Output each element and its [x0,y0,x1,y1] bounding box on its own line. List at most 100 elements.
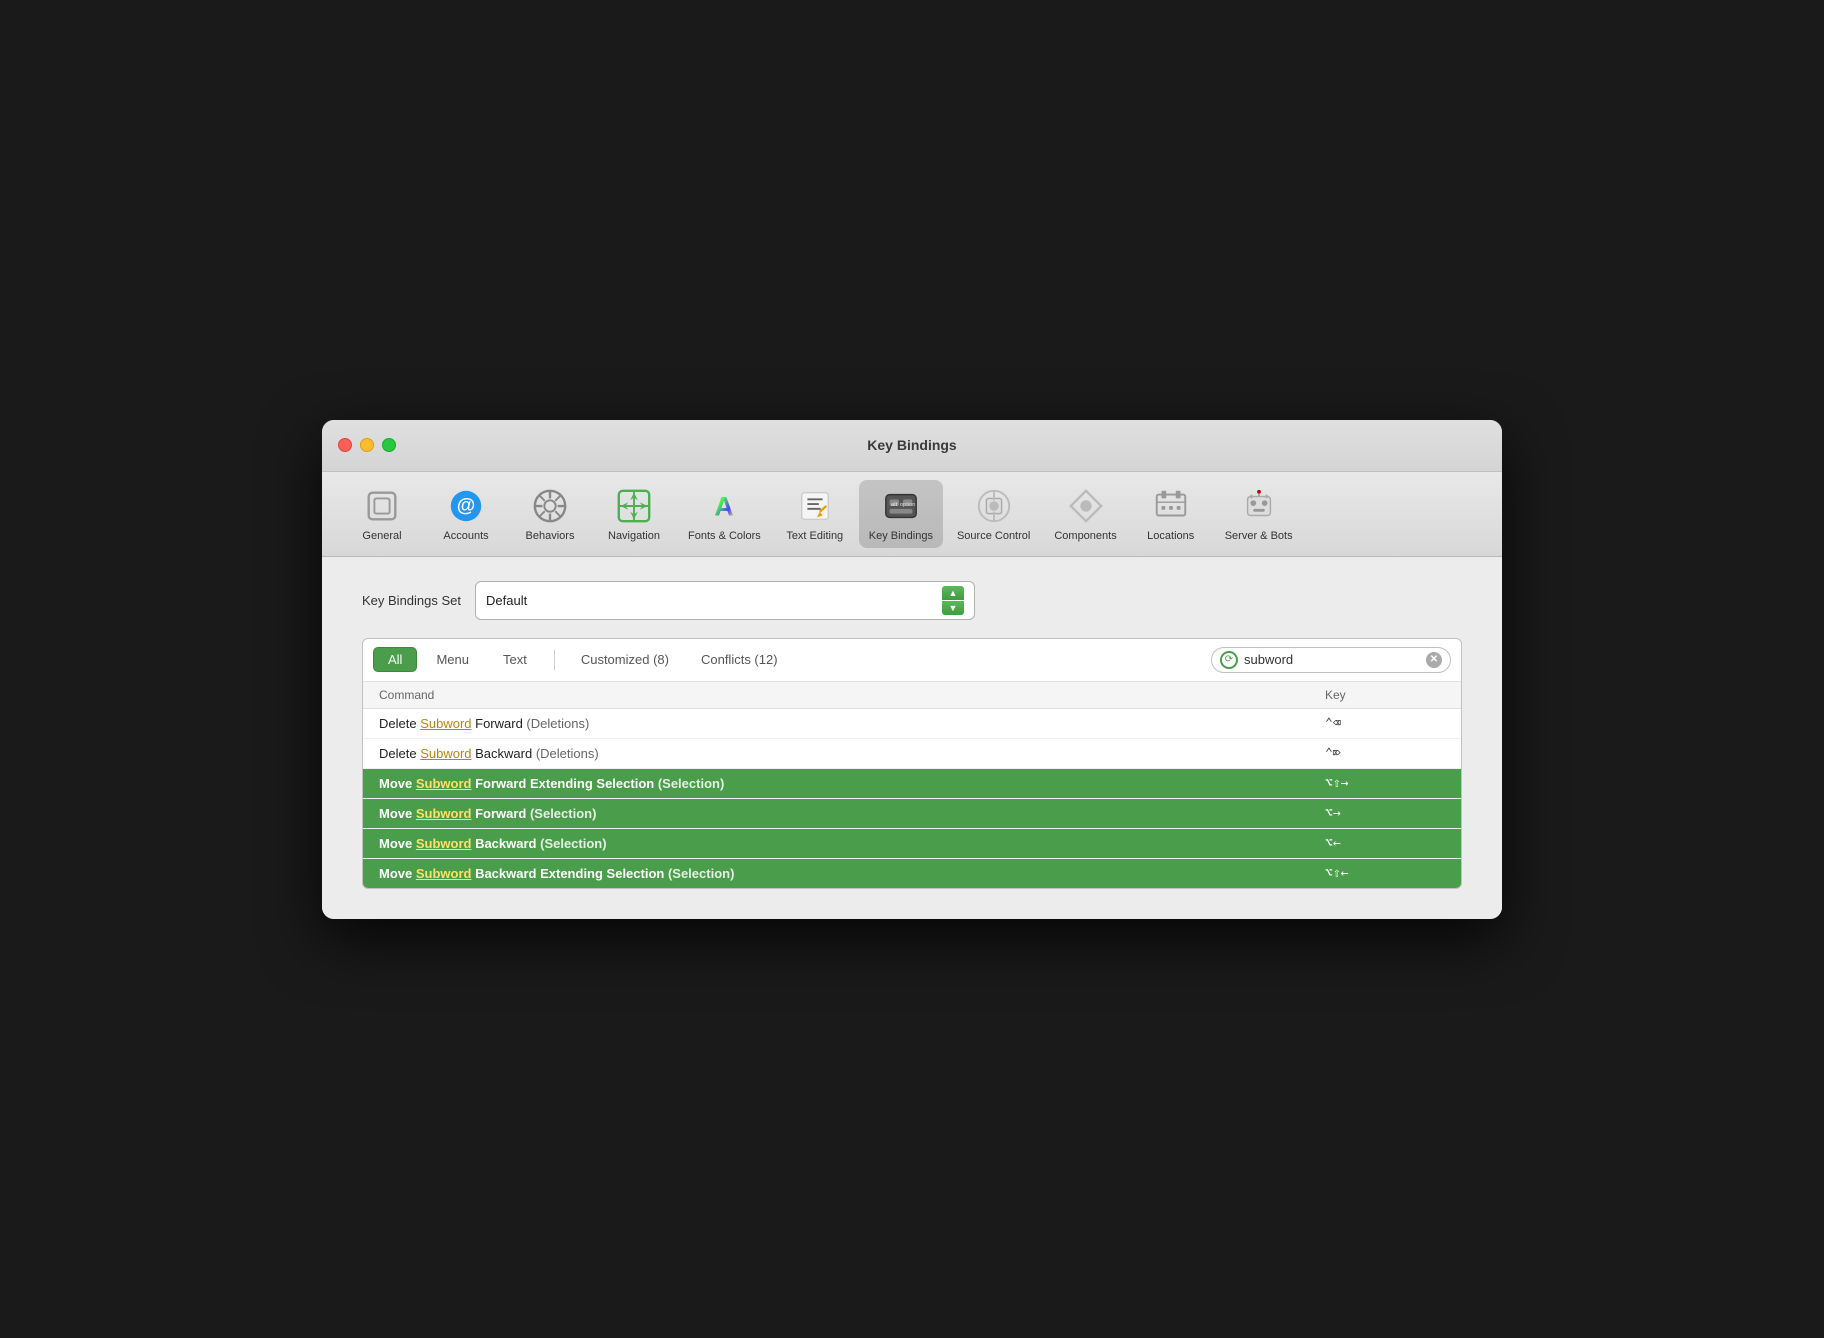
filter-tab-customized[interactable]: Customized (8) [567,648,683,671]
cmd-pre: Move [379,776,416,791]
search-icon [1220,651,1238,669]
toolbar-label-text-editing: Text Editing [786,530,843,542]
row-command: Move Subword Backward Extending Selectio… [379,866,1325,881]
row-command: Move Subword Forward Extending Selection… [379,776,1325,791]
table-row[interactable]: Move Subword Backward (Selection) ⌥← [363,829,1461,859]
cmd-highlight: Subword [416,836,472,851]
maximize-button[interactable] [382,438,396,452]
cmd-category: (Selection) [540,836,606,851]
svg-text:@: @ [457,495,476,516]
toolbar-label-source-control: Source Control [957,530,1030,542]
filter-tabs: All Menu Text Customized (8) Conflicts (… [373,647,1211,672]
keybindings-set-row: Key Bindings Set Default ▲ ▼ [362,581,1462,620]
toolbar-item-components[interactable]: Components [1044,480,1126,548]
close-button[interactable] [338,438,352,452]
row-command: Delete Subword Backward (Deletions) [379,746,1325,761]
window-title: Key Bindings [867,437,956,453]
cmd-category: (Selection) [658,776,724,791]
keybindings-table: All Menu Text Customized (8) Conflicts (… [362,638,1462,889]
cmd-pre: Move [379,866,416,881]
search-clear-button[interactable]: ✕ [1426,652,1442,668]
toolbar-label-accounts: Accounts [443,530,488,542]
toolbar-item-text-editing[interactable]: Text Editing [775,480,855,548]
components-icon [1066,486,1106,526]
search-box: ✕ [1211,647,1451,673]
header-key: Key [1325,688,1445,702]
cmd-category: (Selection) [668,866,734,881]
toolbar-item-navigation[interactable]: Navigation [594,480,674,548]
stepper-down-button[interactable]: ▼ [942,601,964,615]
cmd-pre: Delete [379,716,420,731]
server-bots-icon [1239,486,1279,526]
row-key: ⌥⇧→ [1325,776,1445,791]
filter-divider [554,650,555,670]
cmd-highlight: Subword [416,776,472,791]
cmd-post: Backward [472,746,536,761]
general-icon [362,486,402,526]
filter-tab-conflicts[interactable]: Conflicts (12) [687,648,792,671]
cmd-category: (Deletions) [536,746,599,761]
table-row[interactable]: Delete Subword Backward (Deletions) ⌃⌦ [363,739,1461,769]
row-key: ⌥⇧← [1325,866,1445,881]
cmd-category: (Selection) [530,806,596,821]
toolbar-item-source-control[interactable]: Source Control [947,480,1040,548]
locations-icon [1151,486,1191,526]
cmd-pre: Move [379,806,416,821]
toolbar-label-components: Components [1054,530,1116,542]
cmd-pre: Delete [379,746,420,761]
source-control-icon [974,486,1014,526]
cmd-pre: Move [379,836,416,851]
key-bindings-icon: alt option [881,486,921,526]
toolbar-item-fonts-colors[interactable]: A A Fonts & Colors [678,480,771,548]
svg-text:alt: alt [891,502,898,508]
content-area: Key Bindings Set Default ▲ ▼ All Menu Te… [322,557,1502,919]
keybindings-set-value: Default [486,593,942,608]
table-header: Command Key [363,682,1461,709]
cmd-category: (Deletions) [526,716,589,731]
toolbar-item-server-bots[interactable]: Server & Bots [1215,480,1303,548]
cmd-highlight: Subword [416,806,472,821]
table-row[interactable]: Move Subword Forward Extending Selection… [363,769,1461,799]
cmd-highlight: Subword [420,746,471,761]
minimize-button[interactable] [360,438,374,452]
accounts-icon: @ [446,486,486,526]
text-editing-icon [795,486,835,526]
toolbar-label-server-bots: Server & Bots [1225,530,1293,542]
toolbar-item-general[interactable]: General [342,480,422,548]
keybindings-set-stepper[interactable]: ▲ ▼ [942,586,964,615]
stepper-up-button[interactable]: ▲ [942,586,964,600]
toolbar-item-accounts[interactable]: @ Accounts [426,480,506,548]
toolbar-label-key-bindings: Key Bindings [869,530,933,542]
keybindings-set-select[interactable]: Default ▲ ▼ [475,581,975,620]
toolbar-item-locations[interactable]: Locations [1131,480,1211,548]
filter-tab-menu[interactable]: Menu [421,647,484,672]
fonts-colors-icon: A A [704,486,744,526]
main-window: Key Bindings General @ Accounts [322,420,1502,919]
cmd-post: Backward [471,836,540,851]
keybindings-set-label: Key Bindings Set [362,593,461,608]
row-key: ⌃⌦ [1325,746,1445,761]
toolbar-item-key-bindings[interactable]: alt option Key Bindings [859,480,943,548]
toolbar-item-behaviors[interactable]: Behaviors [510,480,590,548]
header-command: Command [379,688,1325,702]
table-body: Delete Subword Forward (Deletions) ⌃⌫ De… [363,709,1461,888]
filter-tab-text[interactable]: Text [488,647,542,672]
toolbar-label-behaviors: Behaviors [526,530,575,542]
toolbar-label-general: General [362,530,401,542]
table-row[interactable]: Move Subword Backward Extending Selectio… [363,859,1461,888]
row-command: Move Subword Forward (Selection) [379,806,1325,821]
table-row[interactable]: Move Subword Forward (Selection) ⌥→ [363,799,1461,829]
search-input[interactable] [1244,652,1420,667]
row-key: ⌥→ [1325,806,1445,821]
row-command: Move Subword Backward (Selection) [379,836,1325,851]
toolbar: General @ Accounts [322,472,1502,557]
svg-text:option: option [900,502,916,508]
cmd-highlight: Subword [416,866,472,881]
behaviors-icon [530,486,570,526]
toolbar-label-locations: Locations [1147,530,1194,542]
row-key: ⌥← [1325,836,1445,851]
table-row[interactable]: Delete Subword Forward (Deletions) ⌃⌫ [363,709,1461,739]
toolbar-label-fonts-colors: Fonts & Colors [688,530,761,542]
traffic-lights [338,438,396,452]
filter-tab-all[interactable]: All [373,647,417,672]
